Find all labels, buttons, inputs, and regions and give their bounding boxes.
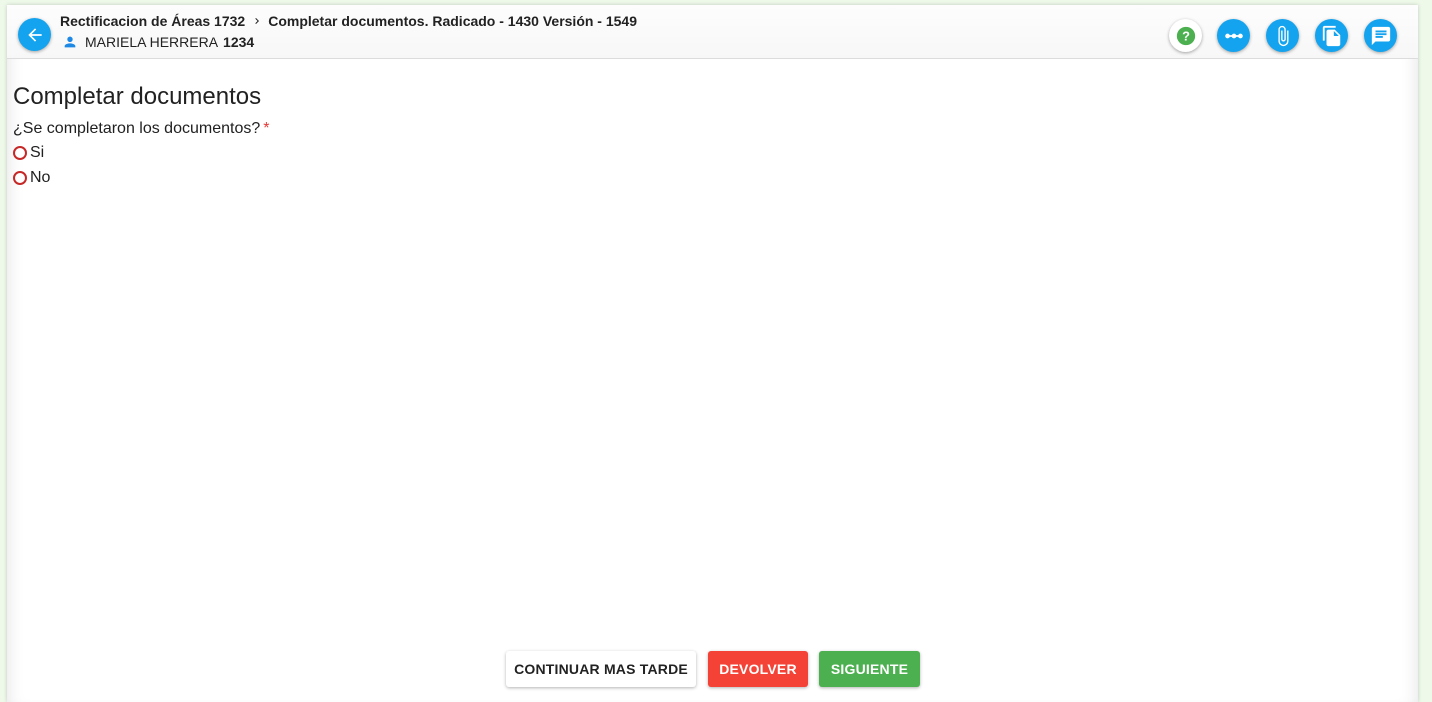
- comment-icon: [1371, 26, 1390, 45]
- next-button[interactable]: SIGUIENTE: [819, 651, 920, 687]
- assigned-user: MARIELA HERRERA 1234: [62, 34, 254, 50]
- help-button[interactable]: ?: [1169, 19, 1202, 52]
- return-button[interactable]: DEVOLVER: [708, 651, 808, 687]
- radio-label: No: [30, 168, 51, 186]
- form-actions: CONTINUAR MAS TARDE DEVOLVER SIGUIENTE: [7, 651, 1418, 687]
- radio-label: Si: [30, 143, 45, 161]
- user-name: MARIELA HERRERA: [85, 34, 219, 50]
- question-icon: ?: [1176, 26, 1195, 45]
- arrow-left-icon: [27, 27, 42, 42]
- person-icon: [62, 34, 78, 50]
- flow-button[interactable]: [1217, 19, 1250, 52]
- breadcrumb-step: Completar documentos. Radicado - 1430 Ve…: [268, 13, 638, 29]
- timeline-dots-icon: [1224, 33, 1243, 38]
- radio-option-si[interactable]: Si: [13, 140, 269, 165]
- svg-text:?: ?: [1182, 28, 1190, 43]
- task-header: Rectificacion de Áreas 1732 Completar do…: [7, 5, 1418, 59]
- attachments-button[interactable]: [1266, 19, 1299, 52]
- required-mark: *: [263, 120, 270, 137]
- radio-button[interactable]: [13, 145, 27, 160]
- copy-document-icon: [1322, 25, 1340, 46]
- breadcrumb-process[interactable]: Rectificacion de Áreas 1732: [60, 13, 245, 29]
- radio-option-no[interactable]: No: [13, 165, 269, 190]
- paperclip-icon: [1277, 25, 1288, 46]
- continue-later-button[interactable]: CONTINUAR MAS TARDE: [506, 651, 696, 687]
- page-title: Completar documentos: [13, 83, 262, 110]
- task-window: Rectificacion de Áreas 1732 Completar do…: [7, 5, 1418, 702]
- question-text: ¿Se completaron los documentos?: [13, 120, 261, 137]
- form-content: Completar documentos ¿Se completaron los…: [13, 83, 269, 190]
- documents-button[interactable]: [1315, 19, 1348, 52]
- radio-group: Si No: [13, 140, 269, 190]
- radio-button[interactable]: [13, 170, 27, 185]
- question-label: ¿Se completaron los documentos? *: [13, 120, 269, 138]
- comments-button[interactable]: [1364, 19, 1397, 52]
- back-button[interactable]: [18, 18, 51, 51]
- user-id: 1234: [223, 34, 255, 50]
- breadcrumb: Rectificacion de Áreas 1732 Completar do…: [60, 13, 637, 29]
- chevron-right-icon: [251, 15, 263, 27]
